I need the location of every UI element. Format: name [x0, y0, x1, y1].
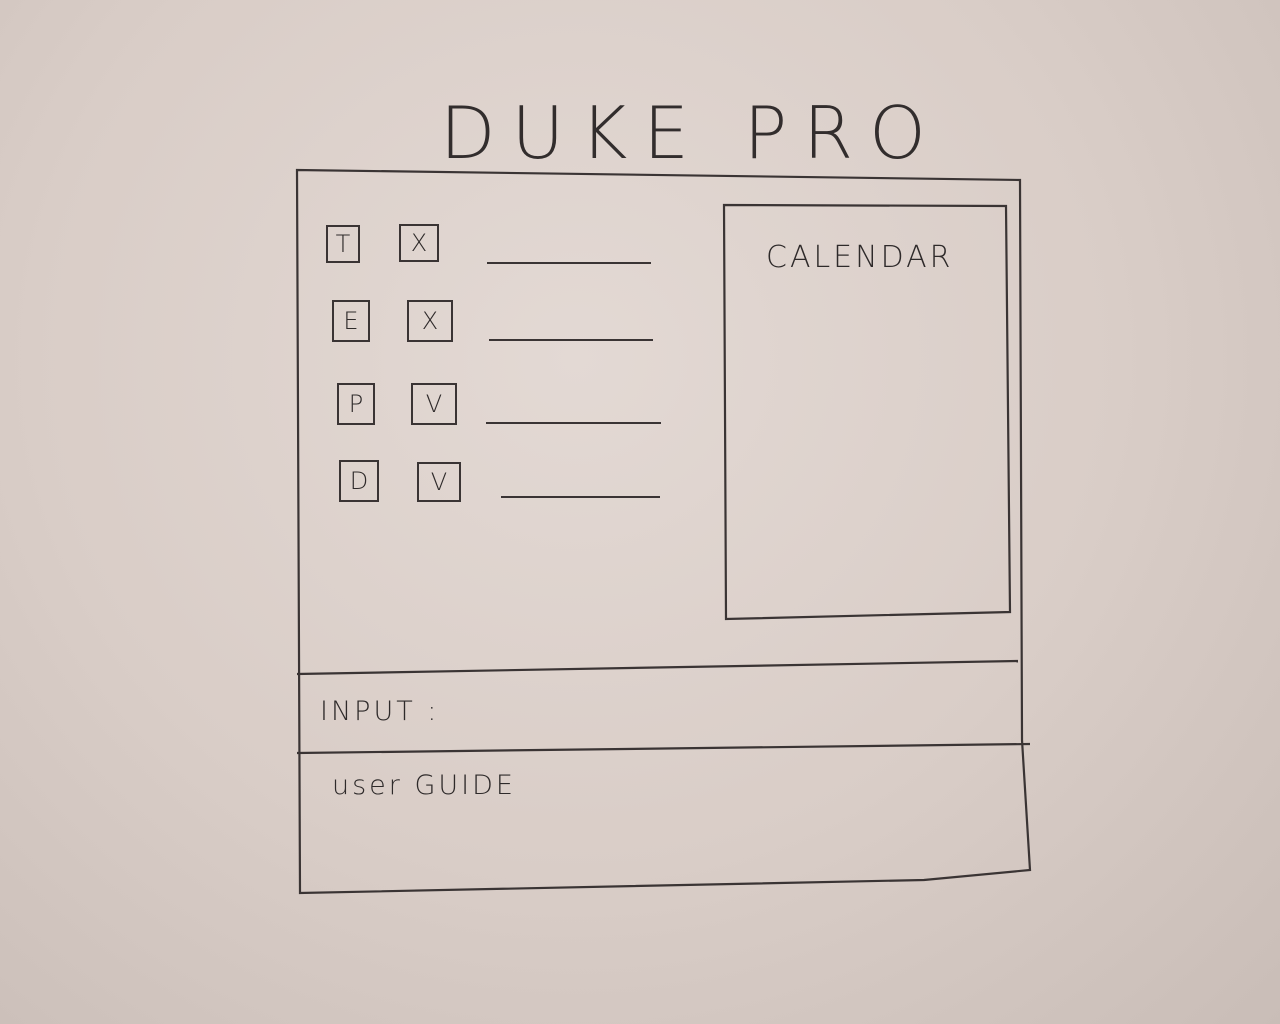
task-status-checkbox[interactable]: V: [411, 383, 457, 425]
calendar-label: CALENDAR: [766, 240, 954, 275]
task-description: [486, 422, 661, 424]
task-status-checkbox[interactable]: V: [417, 462, 461, 502]
task-description: [489, 339, 653, 341]
task-status-checkbox[interactable]: X: [407, 300, 453, 342]
user-guide-label: user GUIDE: [332, 770, 516, 801]
task-type-badge: T: [326, 225, 360, 263]
task-description: [501, 496, 660, 498]
task-description: [487, 262, 651, 264]
task-status-checkbox[interactable]: X: [399, 224, 439, 262]
task-type-badge: E: [332, 300, 370, 342]
command-input[interactable]: [460, 686, 1014, 732]
task-type-badge: P: [337, 383, 375, 425]
task-type-badge: D: [339, 460, 379, 502]
app-title: DUKE PRO: [440, 91, 942, 175]
input-label: INPUT :: [320, 696, 440, 727]
